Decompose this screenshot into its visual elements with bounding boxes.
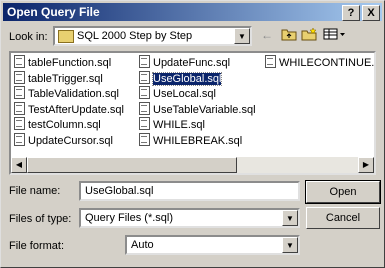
sql-file-icon (139, 101, 150, 115)
list-item[interactable]: UseLocal.sql (139, 86, 256, 102)
scroll-right-icon[interactable]: ▶ (358, 157, 374, 173)
file-format-label: File format: (9, 240, 65, 252)
sql-file-icon (139, 86, 150, 99)
folder-icon (58, 30, 74, 43)
sql-file-icon (14, 132, 25, 146)
sql-file-icon (139, 70, 150, 84)
file-name-input[interactable]: UseGlobal.sql (79, 181, 300, 201)
files-of-type-label: Files of type: (9, 213, 72, 225)
list-item[interactable]: UseTableVariable.sql (139, 101, 256, 118)
list-item[interactable]: TestAfterUpdate.sql (14, 101, 124, 118)
scroll-left-icon[interactable]: ◀ (11, 157, 27, 173)
horizontal-scrollbar[interactable]: ◀ ▶ (11, 157, 374, 173)
sql-file-icon (14, 70, 25, 84)
sql-file-icon (139, 117, 150, 130)
open-query-file-dialog: Open Query File ? X Look in: SQL 2000 St… (0, 0, 385, 268)
dialog-title: Open Query File (7, 5, 100, 19)
file-format-dropdown[interactable]: Auto ▼ (125, 235, 300, 255)
sql-file-icon (14, 86, 25, 99)
list-item[interactable]: TableValidation.sql (14, 86, 124, 102)
up-folder-icon[interactable] (281, 27, 297, 43)
sql-file-icon (265, 55, 276, 68)
list-item[interactable]: tableTrigger.sql (14, 70, 124, 87)
file-list[interactable]: tableFunction.sql tableTrigger.sql Table… (9, 51, 376, 175)
sql-file-icon (14, 117, 25, 130)
list-item[interactable]: WHILEBREAK.sql (139, 132, 256, 149)
chevron-down-icon[interactable]: ▼ (234, 28, 250, 44)
file-column-1: tableFunction.sql tableTrigger.sql Table… (14, 55, 124, 148)
back-icon[interactable]: ← (259, 27, 275, 43)
sql-file-icon (139, 132, 150, 146)
file-column-3: WHILECONTINUE.sql (265, 55, 374, 71)
scrollbar-thumb[interactable] (27, 157, 237, 173)
list-item[interactable]: UpdateCursor.sql (14, 132, 124, 149)
look-in-value: SQL 2000 Step by Step (77, 30, 193, 42)
sql-file-icon (14, 101, 25, 115)
list-item[interactable]: testColumn.sql (14, 117, 124, 133)
views-menu-icon[interactable] (323, 27, 347, 43)
help-button[interactable]: ? (342, 5, 360, 21)
file-name-label: File name: (9, 185, 61, 197)
file-column-2: UpdateFunc.sql UseGlobal.sql UseLocal.sq… (139, 55, 256, 148)
list-item[interactable]: WHILE.sql (139, 117, 256, 133)
list-item[interactable]: tableFunction.sql (14, 55, 124, 71)
cancel-button[interactable]: Cancel (306, 207, 380, 229)
files-of-type-dropdown[interactable]: Query Files (*.sql) ▼ (79, 208, 300, 228)
sql-file-icon (139, 55, 150, 68)
look-in-label: Look in: (9, 31, 48, 43)
new-folder-icon[interactable] (301, 27, 317, 43)
list-item-selected[interactable]: UseGlobal.sql (139, 70, 256, 87)
list-item[interactable]: WHILECONTINUE.sql (265, 55, 374, 71)
look-in-dropdown[interactable]: SQL 2000 Step by Step ▼ (53, 26, 252, 46)
open-button[interactable]: Open (305, 180, 381, 204)
title-bar[interactable]: Open Query File ? X (3, 3, 382, 21)
chevron-down-icon[interactable]: ▼ (282, 210, 298, 226)
list-item[interactable]: UpdateFunc.sql (139, 55, 256, 71)
close-button[interactable]: X (362, 5, 380, 21)
sql-file-icon (14, 55, 25, 68)
chevron-down-icon[interactable]: ▼ (282, 237, 298, 253)
